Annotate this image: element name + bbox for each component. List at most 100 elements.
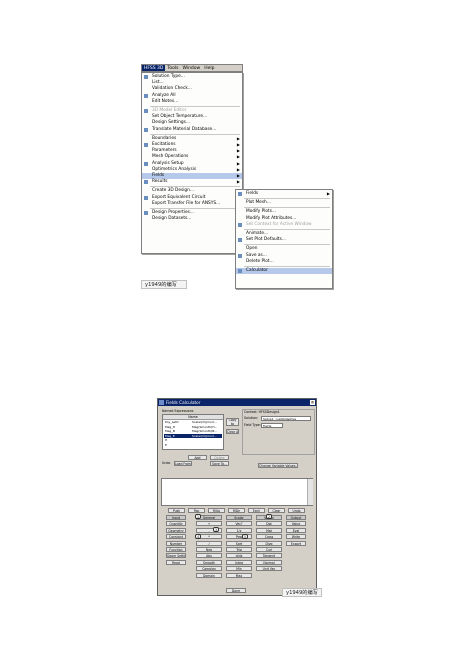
menu-item[interactable]: Analysis Setup ▶ <box>142 161 242 167</box>
stack-button-rldn[interactable]: RlDn <box>228 508 245 513</box>
calc-button[interactable]: Read <box>166 559 186 565</box>
menu-item[interactable]: Delete Plot... <box>236 259 332 265</box>
calc-button[interactable]: Geometry <box>166 527 186 533</box>
table-row[interactable]: Mag_B Mag(Smooth(B... <box>164 429 222 433</box>
calc-button[interactable]: Vec? <box>226 521 252 527</box>
stack-button-pop[interactable]: Pop <box>188 508 205 513</box>
menu-item[interactable]: Validation Check... <box>142 86 242 92</box>
calc-button[interactable]: Abs <box>196 553 222 559</box>
stack-button-undo[interactable]: Undo <box>288 508 305 513</box>
calc-button[interactable]: Sqrt <box>226 540 252 546</box>
calc-button[interactable]: Quantity <box>166 521 186 527</box>
calc-button[interactable]: Eval <box>286 527 306 533</box>
watermark-bottom: y1949的编写 <box>282 588 322 597</box>
solution-select[interactable]: Setup1 : LastAdaptive <box>261 416 311 421</box>
stack-button-exch[interactable]: Exch <box>248 508 265 513</box>
add-button[interactable]: Add <box>188 455 207 460</box>
expr-value: Mag(Smooth(H... <box>192 424 218 429</box>
calc-button[interactable]: Cross <box>256 534 282 540</box>
menu-item[interactable]: Boundaries ▶ <box>142 136 242 142</box>
copy-to-stack-button[interactable]: Copy to stack <box>226 418 239 426</box>
calc-button[interactable]: Min <box>226 566 252 572</box>
calc-button[interactable]: Complex <box>196 566 222 572</box>
menu-item[interactable]: Design Settings... <box>142 120 242 126</box>
calc-button[interactable]: Function <box>166 547 186 552</box>
table-row[interactable]: Poy_Lettr Scalar(D)(mod... <box>164 420 222 424</box>
calc-button[interactable]: Trig <box>226 547 252 552</box>
calc-button[interactable]: d/dx <box>226 553 252 559</box>
change-variable-values-button[interactable]: Change Variable Values... <box>258 463 298 468</box>
calc-button[interactable]: Scalar <box>226 515 252 520</box>
menu-item-icon <box>238 247 242 251</box>
calc-button[interactable]: Domain <box>196 572 222 578</box>
menu-item-label: Optimetrics Analysis <box>152 166 197 172</box>
table-row[interactable]: Mag_H Mag(Smooth(H... <box>164 425 222 429</box>
table-row[interactable]: E <box>164 443 222 447</box>
named-expressions-table[interactable]: Name Poy_Lettr Scalar(D)(mod... Mag_H Mag(S… <box>162 414 224 450</box>
calc-button[interactable]: Write <box>286 534 306 540</box>
menu-item[interactable]: Modify Plots... <box>236 209 332 215</box>
menu-item[interactable]: Modify Plot Attributes... <box>236 216 332 222</box>
calc-button[interactable]: Output <box>286 515 306 520</box>
menu-item[interactable]: Edit Notes... <box>142 99 242 105</box>
menu-item[interactable]: Set Context for Active Window <box>236 222 332 228</box>
calc-button[interactable]: Dot <box>256 521 282 527</box>
window-icon <box>159 400 164 405</box>
calc-button[interactable]: Smooth <box>196 559 222 565</box>
calc-button[interactable]: Input <box>166 515 186 520</box>
calc-button[interactable]: 1/x <box>226 527 252 533</box>
menu-item[interactable]: Optimetrics Analysis ▶ <box>142 167 242 173</box>
clear-all-button[interactable]: Clear All <box>226 429 239 434</box>
menu-item[interactable]: Open <box>236 246 332 252</box>
calc-button[interactable]: Unit Vec <box>256 566 282 572</box>
menu-item-label: Fields <box>152 173 165 178</box>
menu-item[interactable]: Set Plot Defaults... <box>236 237 332 243</box>
menu-item[interactable]: Design Datasets... <box>142 216 242 222</box>
stack-display[interactable] <box>161 478 313 506</box>
done-button[interactable]: Done <box>226 588 246 593</box>
menu-item[interactable]: Mesh Operations ▶ <box>142 154 242 160</box>
calc-button[interactable]: Geom Settings <box>166 553 186 559</box>
calc-button[interactable]: Integ <box>226 559 252 565</box>
menu-item[interactable]: Analyze All <box>142 93 242 99</box>
stack-button-rlup[interactable]: RlUp <box>208 508 225 513</box>
menubar-item-2[interactable]: Window <box>180 65 202 71</box>
calc-button[interactable]: Tangent <box>256 553 282 559</box>
calc-button[interactable]: / <box>196 540 222 546</box>
calc-button[interactable]: Constant <box>166 534 186 540</box>
calc-button[interactable]: Neg <box>196 547 222 552</box>
save-to-button[interactable]: Save To... <box>210 461 229 466</box>
close-icon[interactable]: × <box>310 400 315 405</box>
calc-button[interactable]: Pow <box>226 534 252 540</box>
calc-button[interactable]: + <box>196 521 222 527</box>
stack-scrollbar[interactable] <box>307 479 313 505</box>
table-row[interactable]: Mag_E Scalar(D)(mod... <box>164 433 222 438</box>
menu-item-label: Design Settings... <box>152 120 190 126</box>
menubar-item-1[interactable]: Tools <box>165 65 180 71</box>
menu-item[interactable]: Create 3D Design... <box>142 188 242 194</box>
calc-button[interactable]: Curl <box>256 547 282 552</box>
calc-button[interactable]: Export <box>286 540 306 546</box>
menu-item[interactable]: Export Equivalent Circuit▶ <box>142 195 242 201</box>
calc-button[interactable]: Value <box>286 521 306 527</box>
menu-item[interactable]: Calculator <box>236 268 332 274</box>
menubar-item-3[interactable]: Help <box>202 65 216 71</box>
menu-item[interactable]: Export Transfer File for ANSYS... <box>142 201 242 207</box>
calc-button[interactable]: Normal <box>256 559 282 565</box>
menu-item[interactable]: Plot Mesh... <box>236 200 332 206</box>
menu-item[interactable]: Results ▶ <box>142 179 242 185</box>
menu-item[interactable]: Fields ▶ <box>236 191 332 197</box>
calc-button[interactable]: Divg <box>256 540 282 546</box>
calc-button[interactable]: Mat <box>256 527 282 533</box>
menubar-item-0[interactable]: HFSS 3D <box>142 65 166 71</box>
calc-button[interactable]: Max <box>226 572 252 578</box>
load-from-button[interactable]: Load From... <box>174 461 192 466</box>
table-row[interactable]: H <box>164 438 222 442</box>
field-type-select[interactable]: Fields <box>261 423 283 428</box>
menu-item[interactable]: Save as... <box>236 253 332 259</box>
calc-button[interactable]: Number <box>166 540 186 546</box>
stack-button-clear[interactable]: Clear <box>268 508 285 513</box>
menu-item[interactable]: Translate Material Database... <box>142 127 242 133</box>
stack-button-push[interactable]: Push <box>168 508 185 513</box>
delete-button[interactable]: Delete <box>210 455 229 460</box>
